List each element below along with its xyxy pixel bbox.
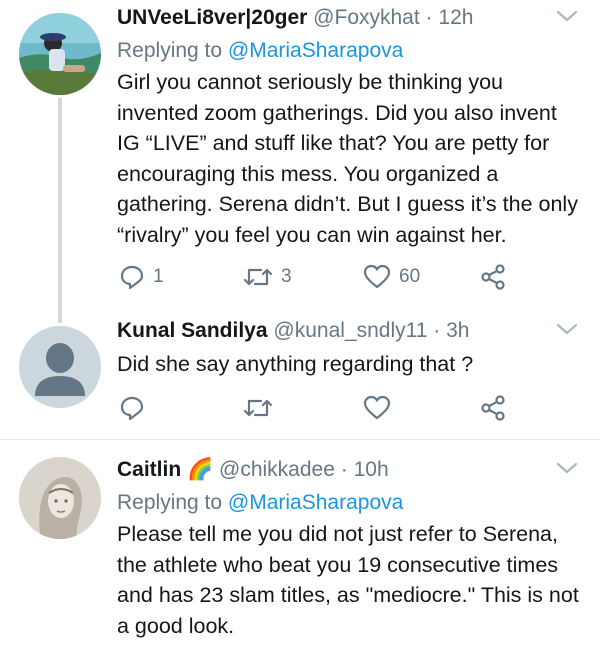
rainbow-emoji: 🌈 <box>187 458 214 481</box>
share-button[interactable] <box>479 262 507 292</box>
reply-count: 1 <box>153 266 164 287</box>
tweet-text: Did she say anything regarding that ? <box>117 352 474 376</box>
display-name[interactable]: Kunal Sandilya <box>117 319 268 342</box>
retweet-icon <box>243 399 273 417</box>
mention-link[interactable]: @MariaSharapova <box>228 491 403 514</box>
like-button[interactable]: 60 <box>363 262 420 292</box>
avatar-photo-beach <box>19 13 101 95</box>
display-name[interactable]: UNVeeLi8ver|20ger <box>117 6 307 29</box>
like-count: 60 <box>399 266 421 287</box>
avatar-photo-sketch <box>19 457 101 539</box>
tweet-header: UNVeeLi8ver|20ger @Foxykhat · 12h <box>117 4 580 32</box>
mention-link[interactable]: @MariaSharapova <box>228 39 403 62</box>
reply-icon <box>120 396 144 421</box>
tweet-actions <box>117 393 537 423</box>
tweet-actions: 1 3 60 <box>117 262 537 292</box>
username[interactable]: @kunal_sndly11 <box>273 319 427 342</box>
replying-to-label: Replying to <box>117 39 223 62</box>
heart-icon <box>363 395 391 420</box>
tweet-text: Please tell me you did not just refer to… <box>117 522 579 638</box>
reply-button[interactable]: 1 <box>119 262 164 292</box>
timestamp[interactable]: 3h <box>446 319 469 342</box>
tweet-header: Kunal Sandilya @kunal_sndly11 · 3h <box>117 317 580 345</box>
reply-button[interactable] <box>119 393 153 423</box>
display-name[interactable]: Caitlin <box>117 458 181 481</box>
retweet-button[interactable] <box>243 393 281 423</box>
separator: · <box>433 319 441 342</box>
reply-icon <box>120 265 144 290</box>
chevron-down-icon[interactable] <box>554 458 580 478</box>
heart-icon <box>363 264 391 289</box>
username[interactable]: @Foxykhat <box>313 6 420 29</box>
replying-to: Replying to @MariaSharapova <box>117 489 580 517</box>
like-button[interactable] <box>363 393 399 423</box>
replying-to-label: Replying to <box>117 491 223 514</box>
avatar[interactable] <box>19 457 101 539</box>
thread-line <box>58 98 62 323</box>
timestamp[interactable]: 10h <box>354 458 389 481</box>
avatar[interactable] <box>19 326 101 408</box>
share-icon <box>481 395 505 421</box>
share-icon <box>481 264 505 290</box>
timestamp[interactable]: 12h <box>438 6 473 29</box>
retweet-icon <box>243 268 273 286</box>
chevron-down-icon[interactable] <box>554 6 580 26</box>
share-button[interactable] <box>479 393 507 423</box>
replying-to: Replying to @MariaSharapova <box>117 37 580 65</box>
retweet-button[interactable]: 3 <box>243 262 292 292</box>
username[interactable]: @chikkadee <box>219 458 335 481</box>
separator: · <box>425 6 433 29</box>
default-avatar-icon <box>19 326 101 408</box>
divider <box>0 439 600 440</box>
separator: · <box>340 458 348 481</box>
retweet-count: 3 <box>281 266 292 287</box>
chevron-down-icon[interactable] <box>554 319 580 339</box>
tweet-text: Girl you cannot seriously be thinking yo… <box>117 70 578 247</box>
tweet-header: Caitlin 🌈 @chikkadee · 10h <box>117 456 580 484</box>
avatar[interactable] <box>19 13 101 95</box>
